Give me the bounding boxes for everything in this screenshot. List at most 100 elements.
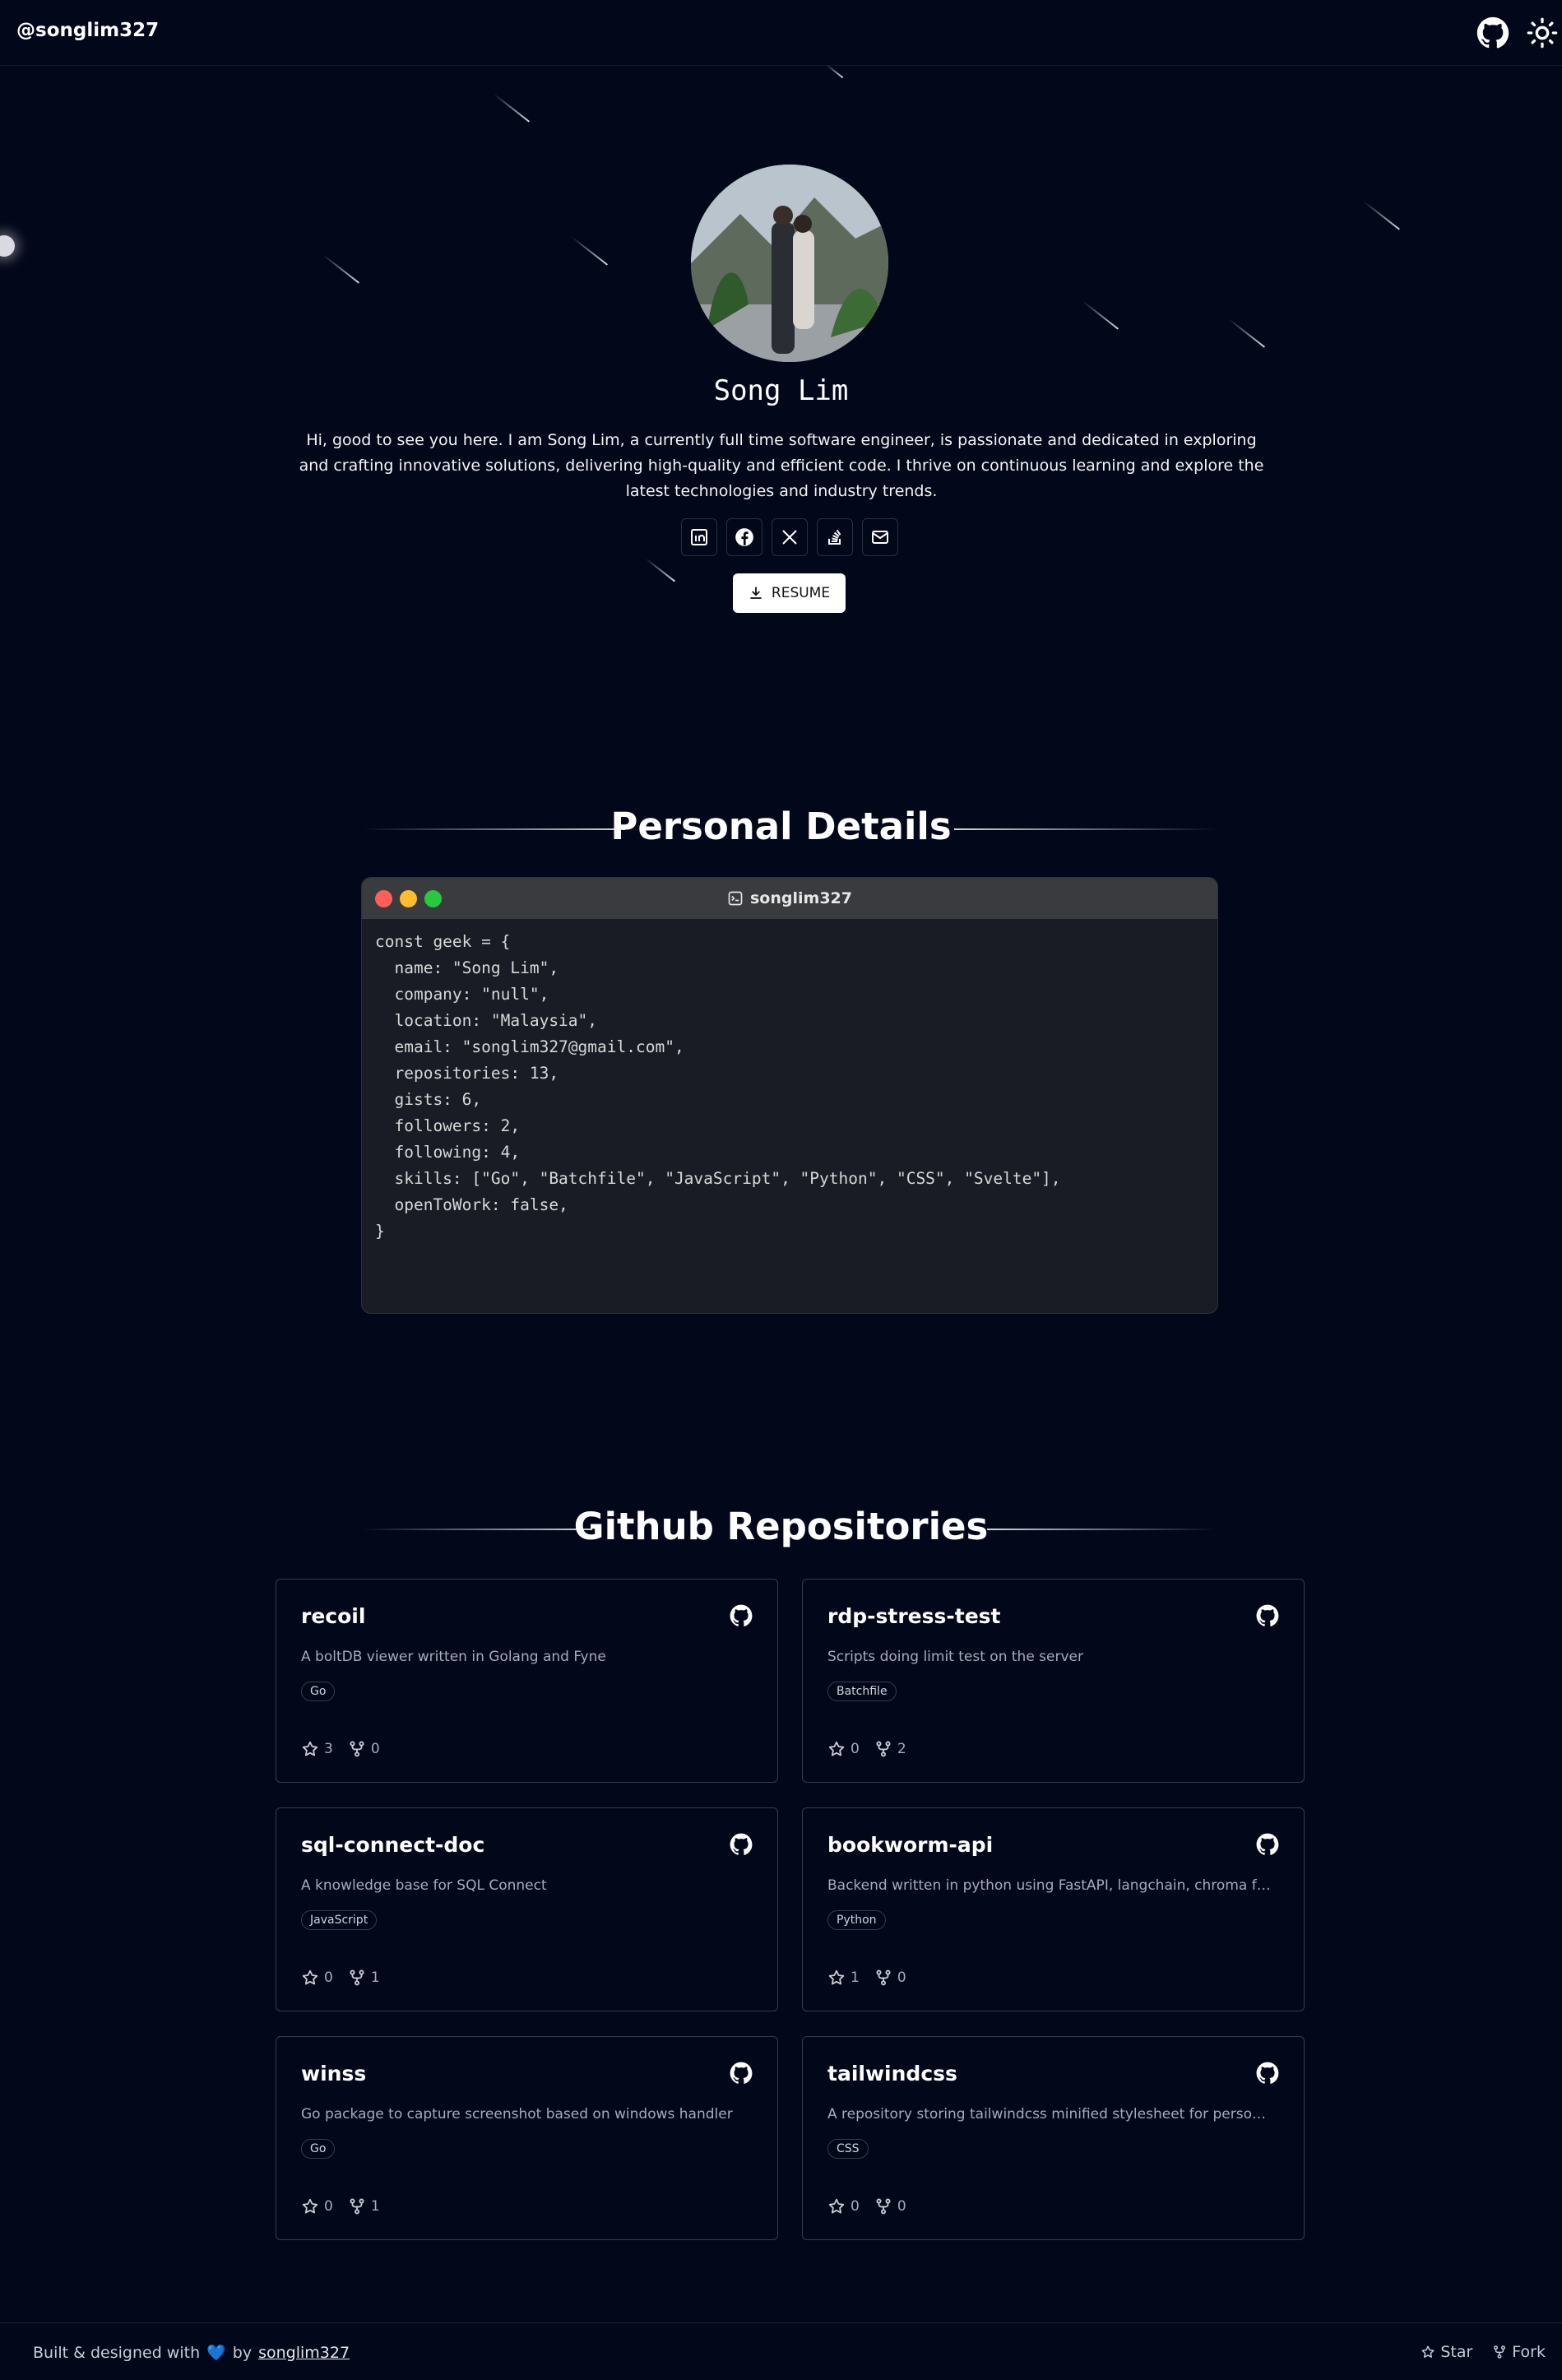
star-count-value: 0 bbox=[324, 1969, 333, 1986]
repo-card[interactable]: rdp-stress-test Scripts doing limit test… bbox=[802, 1579, 1305, 1783]
star-count: 1 bbox=[827, 1969, 860, 1987]
profile-avatar bbox=[691, 165, 888, 362]
repo-name[interactable]: tailwindcss bbox=[827, 2062, 957, 2085]
profile-bio: Hi, good to see you here. I am Song Lim,… bbox=[299, 431, 1264, 500]
top-navbar: @songlim327 bbox=[0, 0, 1562, 66]
shooting-star bbox=[571, 236, 608, 266]
language-badge: Batchfile bbox=[827, 1682, 897, 1701]
email-link[interactable] bbox=[862, 518, 898, 556]
star-count: 0 bbox=[827, 2197, 860, 2215]
fork-count-value: 0 bbox=[897, 1969, 906, 1986]
github-icon[interactable] bbox=[730, 1604, 753, 1627]
github-icon[interactable] bbox=[730, 1833, 753, 1856]
fork-count-value: 0 bbox=[897, 2198, 906, 2215]
language-badge: Go bbox=[301, 1682, 336, 1701]
repo-name[interactable]: recoil bbox=[301, 1604, 365, 1628]
star-icon bbox=[1421, 2345, 1435, 2358]
repo-stats: 0 1 bbox=[301, 2197, 395, 2215]
language-badge: JavaScript bbox=[301, 1910, 378, 1930]
terminal-icon bbox=[728, 891, 743, 906]
code-line: followers: 2, bbox=[375, 1116, 521, 1135]
star-button[interactable]: Star bbox=[1421, 2343, 1472, 2361]
glowing-star bbox=[0, 235, 15, 257]
github-icon[interactable] bbox=[1256, 1604, 1279, 1627]
code-line: email: "songlim327@gmail.com", bbox=[375, 1037, 684, 1056]
footer-credit: Built & designed with 💙 by songlim327 bbox=[33, 2343, 350, 2363]
language-badge: Go bbox=[301, 2139, 336, 2159]
stackoverflow-icon bbox=[828, 529, 841, 545]
repo-description: Backend written in python using FastAPI,… bbox=[827, 1877, 1272, 1894]
code-line: name: "Song Lim", bbox=[375, 958, 559, 977]
shooting-star bbox=[826, 64, 844, 79]
shooting-star bbox=[1363, 201, 1400, 230]
repo-description: Scripts doing limit test on the server bbox=[827, 1649, 1083, 1665]
repo-stats: 0 2 bbox=[827, 1740, 921, 1758]
repo-name[interactable]: rdp-stress-test bbox=[827, 1604, 1001, 1628]
divider-right bbox=[954, 828, 1217, 830]
star-label: Star bbox=[1440, 2343, 1473, 2361]
code-line: skills: ["Go", "Batchfile", "JavaScript"… bbox=[375, 1169, 1061, 1188]
fork-button[interactable]: Fork bbox=[1492, 2343, 1546, 2361]
star-icon bbox=[828, 2198, 845, 2214]
fork-icon bbox=[876, 1741, 891, 1757]
github-icon[interactable] bbox=[1256, 2062, 1279, 2085]
github-repositories-heading: Github Repositories bbox=[573, 1505, 989, 1548]
social-links bbox=[681, 518, 898, 556]
fork-count: 0 bbox=[348, 1740, 380, 1758]
code-line: repositories: 13, bbox=[375, 1064, 559, 1083]
star-count-value: 0 bbox=[851, 2198, 860, 2215]
footer-actions: Star Fork bbox=[1421, 2343, 1546, 2361]
repo-card[interactable]: tailwindcss A repository storing tailwin… bbox=[802, 2036, 1305, 2240]
code-line: gists: 6, bbox=[375, 1090, 482, 1109]
star-icon bbox=[302, 2198, 318, 2214]
star-count-value: 0 bbox=[324, 2198, 333, 2215]
linkedin-link[interactable] bbox=[681, 518, 717, 556]
resume-button[interactable]: RESUME bbox=[733, 573, 846, 613]
star-count: 0 bbox=[301, 1969, 333, 1987]
stackoverflow-link[interactable] bbox=[817, 518, 853, 556]
star-icon bbox=[828, 1741, 845, 1756]
repo-stats: 0 1 bbox=[301, 1969, 395, 1987]
code-block: const geek = { name: "Song Lim", company… bbox=[362, 919, 1217, 1255]
fork-count: 0 bbox=[874, 2197, 906, 2215]
repo-description: A repository storing tailwindcss minifie… bbox=[827, 2106, 1272, 2123]
divider-right bbox=[987, 1529, 1217, 1530]
author-link[interactable]: songlim327 bbox=[258, 2344, 350, 2362]
star-count-value: 1 bbox=[851, 1969, 860, 1986]
repo-card[interactable]: bookworm-api Backend written in python u… bbox=[802, 1807, 1305, 2011]
sun-icon[interactable] bbox=[1526, 16, 1559, 49]
star-icon bbox=[302, 1969, 318, 1985]
code-line: location: "Malaysia", bbox=[375, 1011, 598, 1030]
repo-name[interactable]: sql-connect-doc bbox=[301, 1833, 484, 1857]
repo-name[interactable]: bookworm-api bbox=[827, 1833, 993, 1857]
language-badge: CSS bbox=[827, 2139, 869, 2159]
fork-icon bbox=[350, 1741, 364, 1757]
facebook-link[interactable] bbox=[726, 518, 762, 556]
github-icon[interactable] bbox=[1256, 1833, 1279, 1856]
x-link[interactable] bbox=[772, 518, 808, 556]
repo-stats: 3 0 bbox=[301, 1740, 395, 1758]
fork-count: 1 bbox=[348, 2197, 380, 2215]
github-icon[interactable] bbox=[730, 2062, 753, 2085]
fork-label: Fork bbox=[1512, 2343, 1546, 2361]
terminal-window: songlim327 const geek = { name: "Song Li… bbox=[361, 877, 1218, 1314]
code-line: openToWork: false, bbox=[375, 1195, 568, 1214]
repo-card[interactable]: sql-connect-doc A knowledge base for SQL… bbox=[276, 1807, 778, 2011]
footer: Built & designed with 💙 by songlim327 St… bbox=[0, 2322, 1562, 2380]
fork-count: 0 bbox=[874, 1969, 906, 1987]
heart-icon: 💙 bbox=[206, 2344, 226, 2362]
mail-icon bbox=[872, 531, 888, 544]
repo-card[interactable]: recoil A boltDB viewer written in Golang… bbox=[276, 1579, 778, 1783]
code-line: company: "null", bbox=[375, 985, 549, 1004]
x-icon bbox=[782, 530, 797, 545]
github-icon[interactable] bbox=[1476, 16, 1509, 49]
shooting-star bbox=[645, 558, 676, 582]
repo-card[interactable]: winss Go package to capture screenshot b… bbox=[276, 2036, 778, 2240]
fork-icon bbox=[876, 2198, 891, 2215]
brand-handle[interactable]: @songlim327 bbox=[16, 20, 159, 41]
shooting-star bbox=[322, 254, 359, 284]
repo-name[interactable]: winss bbox=[301, 2062, 366, 2085]
footer-built-text: Built & designed with bbox=[33, 2343, 201, 2362]
download-icon bbox=[749, 587, 762, 599]
fork-count-value: 2 bbox=[897, 1741, 906, 1757]
